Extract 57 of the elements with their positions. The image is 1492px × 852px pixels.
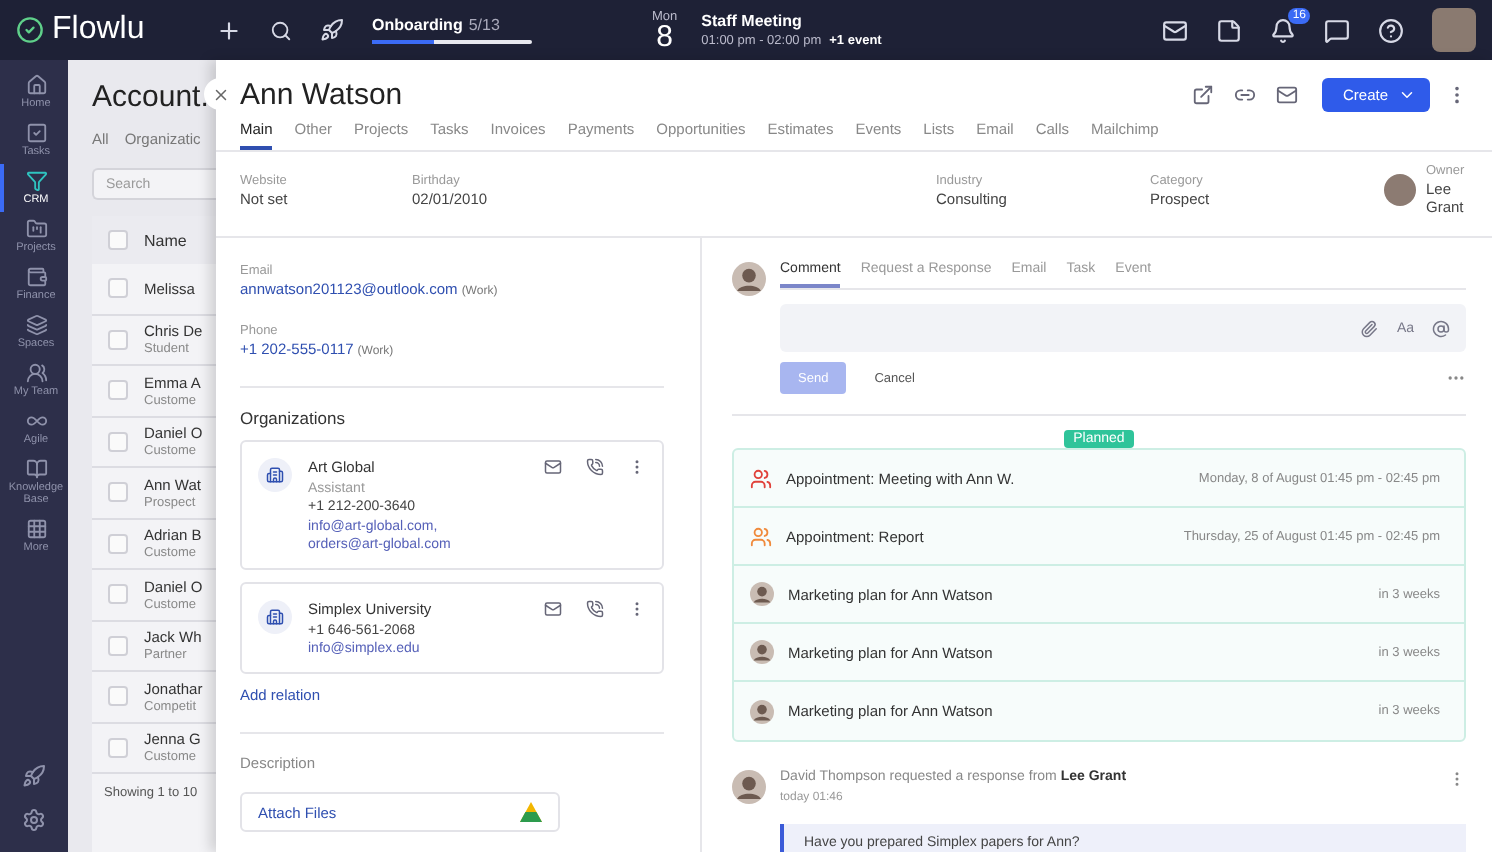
user-avatar[interactable] (1432, 8, 1476, 52)
bell-icon[interactable] (1270, 17, 1296, 43)
owner-avatar (1384, 174, 1416, 206)
add-icon[interactable] (216, 17, 242, 43)
table-header: Name (92, 216, 216, 264)
home-icon (25, 74, 47, 96)
settings-icon[interactable] (22, 808, 46, 832)
person-silhouette-icon (750, 582, 774, 606)
note-icon[interactable] (1216, 17, 1242, 43)
checkbox[interactable] (108, 230, 128, 250)
mail-icon[interactable] (544, 600, 562, 618)
person-silhouette-icon (750, 640, 774, 664)
folder-icon (25, 218, 47, 240)
checkbox[interactable] (108, 686, 128, 707)
book-icon (25, 458, 47, 480)
checkbox[interactable] (108, 737, 128, 758)
rocket-icon[interactable] (320, 18, 344, 42)
contact-name: Ann Watson (240, 77, 403, 111)
person-silhouette-icon (732, 770, 766, 804)
logo-check-icon (16, 16, 44, 44)
checkbox-icon (25, 122, 47, 144)
phone-icon[interactable] (586, 458, 604, 476)
logo-text: Flowlu (52, 12, 145, 48)
checkbox[interactable] (108, 380, 128, 401)
building-icon (258, 600, 292, 634)
mail-icon[interactable] (544, 458, 562, 476)
phone-icon[interactable] (586, 600, 604, 618)
section-title: Organizations (240, 408, 347, 428)
checkbox[interactable] (108, 533, 128, 554)
wallet-icon (25, 266, 47, 288)
search-icon[interactable] (270, 19, 292, 41)
external-link-icon[interactable] (1192, 83, 1215, 105)
triangle-icon (520, 802, 542, 822)
event-title[interactable]: Staff Meeting (701, 12, 882, 30)
mention-icon[interactable] (1432, 319, 1450, 337)
people-icon (25, 362, 47, 384)
onboarding-label[interactable]: Onboarding 5/13 (372, 16, 532, 34)
layers-icon (25, 314, 47, 336)
checkbox[interactable] (108, 431, 128, 452)
infinity-icon (25, 410, 47, 432)
page-title: Account. (92, 80, 211, 114)
grid-icon (25, 518, 47, 540)
checkbox[interactable] (108, 584, 128, 605)
checkbox[interactable] (108, 278, 128, 299)
checkbox[interactable] (108, 329, 128, 350)
event-day: 8 (656, 23, 673, 51)
chat-icon[interactable] (1324, 17, 1350, 43)
checkbox[interactable] (108, 635, 128, 656)
paperclip-icon[interactable] (1360, 319, 1379, 337)
close-icon (211, 85, 229, 103)
building-icon (258, 458, 292, 492)
help-icon[interactable] (1378, 17, 1404, 43)
mail-icon[interactable] (1276, 83, 1299, 105)
funnel-icon (25, 170, 47, 192)
checkbox[interactable] (108, 482, 128, 503)
person-silhouette-icon (750, 699, 774, 723)
person-silhouette-icon (732, 262, 766, 296)
